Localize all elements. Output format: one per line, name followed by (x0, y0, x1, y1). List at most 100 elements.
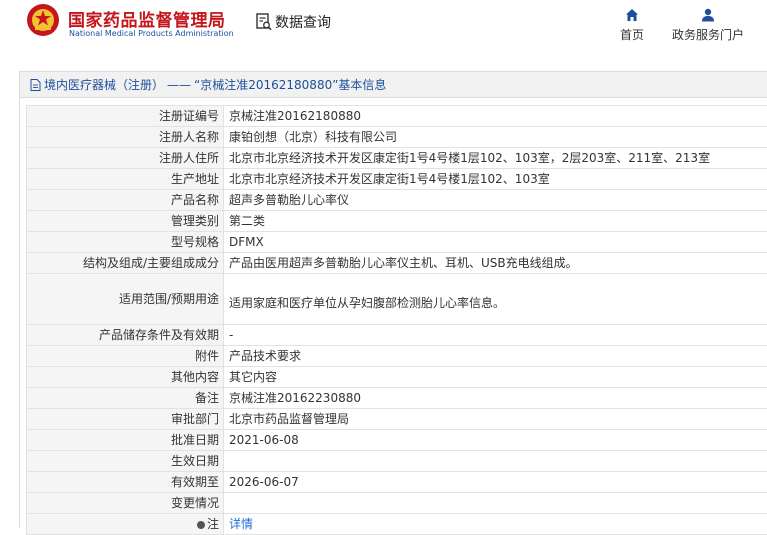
field-value: 产品由医用超声多普勒胎儿心率仪主机、耳机、USB充电线组成。 (224, 253, 767, 274)
field-label-text: 其他内容 (171, 370, 219, 384)
table-row: 管理类别第二类 (27, 211, 767, 232)
field-label-text: 变更情况 (171, 496, 219, 510)
field-value-text: 超声多普勒胎儿心率仪 (229, 193, 349, 207)
table-row: 型号规格 DFMX (27, 232, 767, 253)
field-label-text: 备注 (195, 391, 219, 405)
field-label-text: 管理类别 (171, 214, 219, 228)
field-label: 适用范围/预期用途 (27, 274, 224, 325)
field-value-text: 北京市北京经济技术开发区康定街1号4号楼1层102、103室，2层203室、21… (229, 151, 710, 165)
field-label: 生效日期 (27, 451, 224, 472)
detail-panel: 境内医疗器械（注册） —— “京械注准20162180880”基本信息 注册证编… (19, 71, 767, 528)
brand-title[interactable]: 国家药品监督管理局 (68, 6, 226, 31)
table-row: 变更情况 (27, 493, 767, 514)
field-value: 北京市北京经济技术开发区康定街1号4号楼1层102、103室，2层203室、21… (224, 148, 767, 169)
field-value-text: 北京市药品监督管理局 (229, 412, 349, 426)
field-label-text: 生产地址 (171, 172, 219, 186)
field-label: 生产地址 (27, 169, 224, 190)
table-row: 审批部门北京市药品监督管理局 (27, 409, 767, 430)
site-header: 国家药品监督管理局 National Medical Products Admi… (0, 0, 767, 56)
field-label: 注册人住所 (27, 148, 224, 169)
field-label: 有效期至 (27, 472, 224, 493)
field-value-text: 产品由医用超声多普勒胎儿心率仪主机、耳机、USB充电线组成。 (229, 256, 578, 270)
brand-subtitle: National Medical Products Administration (69, 29, 234, 38)
field-label-text: 注册人住所 (159, 151, 219, 165)
field-label-text: 有效期至 (171, 475, 219, 489)
field-value: 2021-06-08 (224, 430, 767, 451)
table-row: 批准日期 2021-06-08 (27, 430, 767, 451)
field-value-text: 康铂创想（北京）科技有限公司 (229, 130, 397, 144)
breadcrumb-current: “京械注准20162180880”基本信息 (194, 76, 386, 93)
field-label: 结构及组成/主要组成成分 (27, 253, 224, 274)
nav-service-portal[interactable]: 政务服务门户 (668, 8, 748, 43)
field-label: 注 (27, 514, 224, 535)
table-row: 注册证编号京械注准20162180880 (27, 106, 767, 127)
field-label-text: 注册人名称 (159, 130, 219, 144)
field-value (224, 451, 767, 472)
field-value-text: 京械注准20162180880 (229, 109, 361, 123)
user-icon (701, 8, 715, 22)
field-label-text: 产品名称 (171, 193, 219, 207)
field-label-text: 注 (207, 517, 219, 531)
field-value-text: 北京市北京经济技术开发区康定街1号4号楼1层102、103室 (229, 172, 550, 186)
table-row: 备注京械注准20162230880 (27, 388, 767, 409)
field-value: 其它内容 (224, 367, 767, 388)
field-label: 产品储存条件及有效期 (27, 325, 224, 346)
breadcrumb-section-link[interactable]: 境内医疗器械（注册） (44, 76, 164, 93)
field-value: 产品技术要求 (224, 346, 767, 367)
field-value: 北京市药品监督管理局 (224, 409, 767, 430)
details-link[interactable]: 详情 (229, 517, 253, 531)
field-label: 附件 (27, 346, 224, 367)
field-label-text: 生效日期 (171, 454, 219, 468)
table-row: 结构及组成/主要组成成分产品由医用超声多普勒胎儿心率仪主机、耳机、USB充电线组… (27, 253, 767, 274)
field-value: 超声多普勒胎儿心率仪 (224, 190, 767, 211)
field-value-text: - (229, 328, 233, 342)
field-label-text: 型号规格 (171, 235, 219, 249)
field-label: 其他内容 (27, 367, 224, 388)
field-value: 详情 (224, 514, 767, 535)
field-value-text: 第二类 (229, 214, 265, 228)
field-value-text: 2021-06-08 (229, 433, 299, 447)
registration-info-table: 注册证编号京械注准20162180880注册人名称康铂创想（北京）科技有限公司注… (26, 105, 767, 535)
table-row: 附件产品技术要求 (27, 346, 767, 367)
table-row: 产品名称超声多普勒胎儿心率仪 (27, 190, 767, 211)
field-value: 第二类 (224, 211, 767, 232)
national-emblem-logo[interactable] (26, 3, 60, 37)
breadcrumb: 境内医疗器械（注册） —— “京械注准20162180880”基本信息 (20, 72, 767, 98)
data-query-label: 数据查询 (275, 12, 331, 32)
field-value-text: 2026-06-07 (229, 475, 299, 489)
field-value: 北京市北京经济技术开发区康定街1号4号楼1层102、103室 (224, 169, 767, 190)
field-label-text: 注册证编号 (159, 109, 219, 123)
document-search-icon (256, 13, 272, 31)
field-label-text: 适用范围/预期用途 (119, 292, 219, 306)
field-value: 2026-06-07 (224, 472, 767, 493)
field-label: 备注 (27, 388, 224, 409)
field-label: 审批部门 (27, 409, 224, 430)
field-value: 康铂创想（北京）科技有限公司 (224, 127, 767, 148)
field-label: 批准日期 (27, 430, 224, 451)
data-query-link[interactable]: 数据查询 (256, 11, 331, 33)
table-row: 产品储存条件及有效期- (27, 325, 767, 346)
field-value: - (224, 325, 767, 346)
field-label-text: 结构及组成/主要组成成分 (83, 256, 219, 270)
nav-home[interactable]: 首页 (614, 8, 650, 43)
table-row: 注册人名称康铂创想（北京）科技有限公司 (27, 127, 767, 148)
table-row: 生产地址北京市北京经济技术开发区康定街1号4号楼1层102、103室 (27, 169, 767, 190)
field-label-text: 批准日期 (171, 433, 219, 447)
breadcrumb-separator: —— (167, 78, 191, 92)
field-label-text: 产品储存条件及有效期 (99, 328, 219, 342)
field-value-text: DFMX (229, 235, 264, 249)
nav-service-label: 政务服务门户 (668, 26, 748, 43)
table-row: 其他内容其它内容 (27, 367, 767, 388)
field-label: 注册人名称 (27, 127, 224, 148)
field-label: 型号规格 (27, 232, 224, 253)
table-row: 注详情 (27, 514, 767, 535)
document-icon (30, 79, 41, 91)
table-row: 生效日期 (27, 451, 767, 472)
field-value: DFMX (224, 232, 767, 253)
table-row: 注册人住所北京市北京经济技术开发区康定街1号4号楼1层102、103室，2层20… (27, 148, 767, 169)
table-row: 适用范围/预期用途适用家庭和医疗单位从孕妇腹部检测胎儿心率信息。 (27, 274, 767, 325)
field-value-text: 产品技术要求 (229, 349, 301, 363)
home-icon (625, 8, 639, 22)
nav-home-label: 首页 (614, 26, 650, 43)
field-value-text: 其它内容 (229, 370, 277, 384)
